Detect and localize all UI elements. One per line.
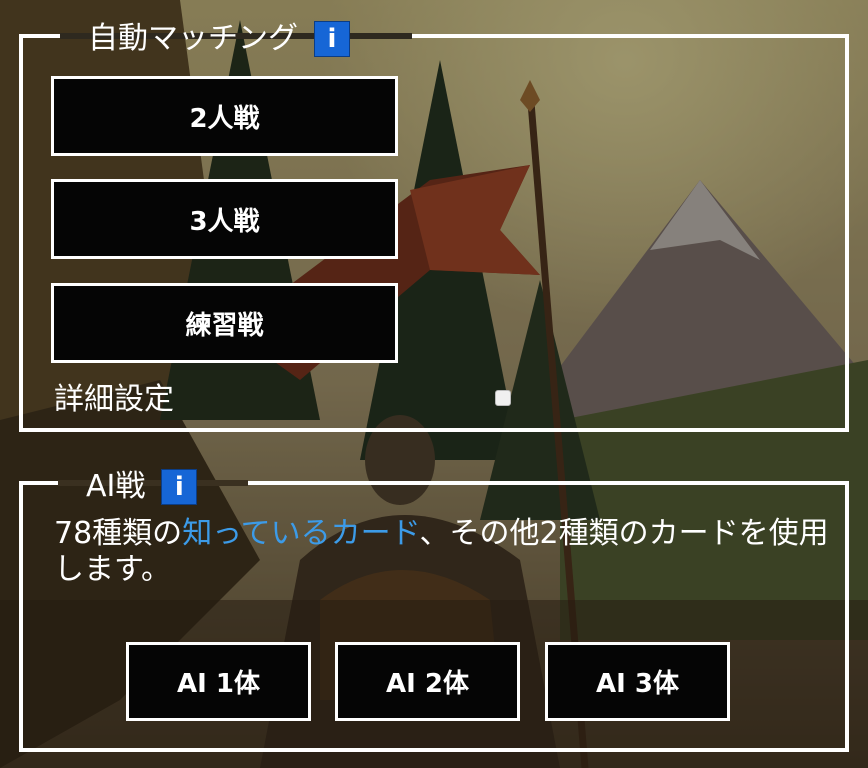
three-player-button[interactable]: 3人戦 [51,179,398,259]
ai-2-button[interactable]: AI 2体 [335,642,520,721]
ai-battle-description: 78種類の知っているカード、その他2種類のカードを使用します。 [54,516,834,588]
description-prefix: 78種類の [54,516,183,551]
info-icon[interactable]: i [314,21,350,57]
detail-settings-label: 詳細設定 [54,382,174,417]
two-player-button[interactable]: 2人戦 [51,76,398,156]
auto-match-legend: 自動マッチング i [72,19,366,59]
ai-3-button[interactable]: AI 3体 [545,642,730,721]
detail-settings-checkbox[interactable] [495,390,511,406]
ai-battle-legend: AI戦 i [70,467,214,507]
ai-battle-title: AI戦 [86,469,146,504]
known-cards-link[interactable]: 知っているカード [182,516,419,551]
info-icon[interactable]: i [161,469,198,505]
practice-button[interactable]: 練習戦 [51,283,398,363]
ai-1-button[interactable]: AI 1体 [126,642,311,721]
auto-match-title: 自動マッチング [88,21,298,56]
